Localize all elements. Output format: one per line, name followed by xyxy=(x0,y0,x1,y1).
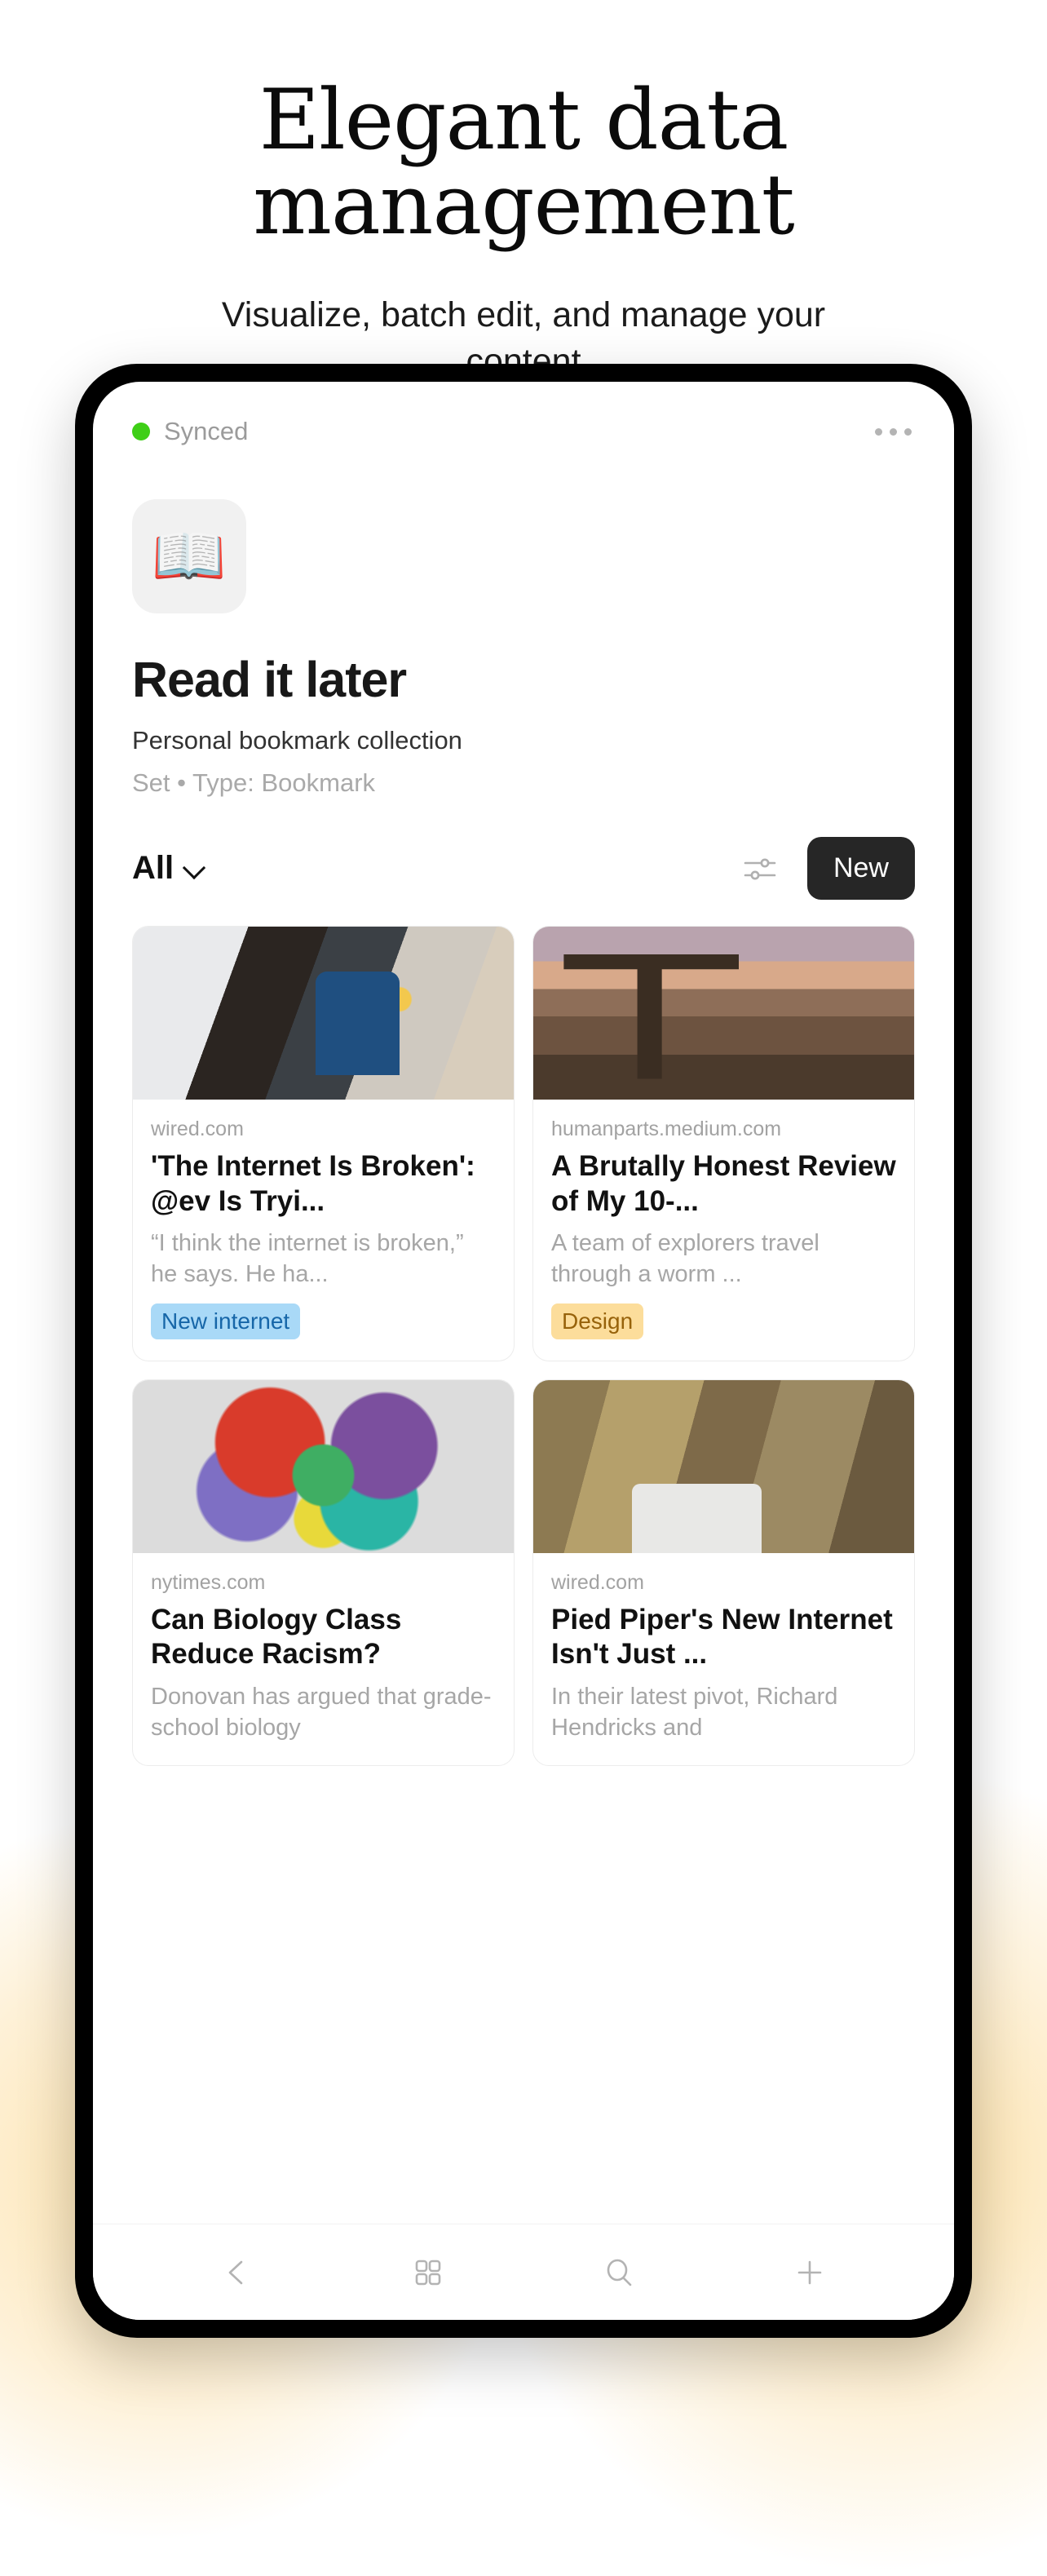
card-source: nytimes.com xyxy=(151,1570,266,1594)
page-title: Elegant data management xyxy=(253,72,794,255)
card-body: wired.com Pied Piper's New Internet Isn'… xyxy=(533,1553,914,1765)
group-around-computer-photo xyxy=(533,1379,914,1553)
ellipsis-icon[interactable] xyxy=(875,427,915,436)
open-book-icon: 📖 xyxy=(132,499,246,613)
bookmark-card[interactable]: wired.com Pied Piper's New Internet Isn'… xyxy=(532,1379,915,1766)
collection-title: Read it later xyxy=(132,652,407,707)
card-excerpt: A team of explorers travel through a wor… xyxy=(551,1230,819,1288)
card-title: Pied Piper's New Internet Isn't Just ... xyxy=(551,1603,893,1671)
card-body: wired.com 'The Internet Is Broken': @ev … xyxy=(133,1100,514,1361)
collection-toolbar: All New xyxy=(132,837,915,900)
hero-section: Elegant data management Visualize, batch… xyxy=(0,0,1047,385)
card-source: humanparts.medium.com xyxy=(551,1118,782,1140)
bottom-navbar xyxy=(93,2224,954,2320)
collection-subtitle: Personal bookmark collection xyxy=(132,726,462,755)
bookmark-card[interactable]: wired.com 'The Internet Is Broken': @ev … xyxy=(132,926,515,1361)
card-title: A Brutally Honest Review of My 10-... xyxy=(551,1150,896,1217)
sync-status-label: Synced xyxy=(164,417,249,445)
card-title: Can Biology Class Reduce Racism? xyxy=(151,1603,402,1671)
collection-meta: Set • Type: Bookmark xyxy=(132,768,376,797)
search-icon[interactable] xyxy=(600,2254,638,2291)
card-source: wired.com xyxy=(151,1118,244,1140)
misty-field-sunrise-photo xyxy=(533,927,914,1100)
plus-icon[interactable] xyxy=(791,2254,828,2291)
filter-dropdown-label: All xyxy=(132,850,174,886)
bookmark-card[interactable]: nytimes.com Can Biology Class Reduce Rac… xyxy=(132,1379,515,1766)
bookmark-grid: wired.com 'The Internet Is Broken': @ev … xyxy=(93,926,954,1766)
phone-mockup: Synced 📖 Read it later Personal bookmark… xyxy=(75,364,972,2338)
grid-icon[interactable] xyxy=(409,2254,447,2291)
filter-dropdown[interactable]: All xyxy=(132,850,205,887)
card-body: nytimes.com Can Biology Class Reduce Rac… xyxy=(133,1553,514,1765)
card-excerpt: “I think the internet is broken,” he say… xyxy=(151,1230,464,1288)
scroll-fade xyxy=(93,2178,954,2224)
chevron-down-icon xyxy=(183,858,205,879)
phone-screen: Synced 📖 Read it later Personal bookmark… xyxy=(93,382,954,2320)
bookmark-card[interactable]: humanparts.medium.com A Brutally Honest … xyxy=(532,926,915,1361)
collection-header: 📖 Read it later Personal bookmark collec… xyxy=(93,457,954,900)
card-title: 'The Internet Is Broken': @ev Is Tryi... xyxy=(151,1150,475,1217)
card-excerpt: In their latest pivot, Richard Hendricks… xyxy=(551,1684,838,1741)
toolbar-actions: New xyxy=(742,837,915,900)
colorful-abstract-burst-photo xyxy=(133,1379,514,1553)
sync-status: Synced xyxy=(132,417,248,446)
card-body: humanparts.medium.com A Brutally Honest … xyxy=(533,1100,914,1361)
back-chevron-icon[interactable] xyxy=(219,2254,256,2291)
sync-dot-icon xyxy=(132,423,150,440)
card-excerpt: Donovan has argued that grade-school bio… xyxy=(151,1684,492,1741)
card-source: wired.com xyxy=(551,1570,644,1594)
app-statusbar: Synced xyxy=(93,382,954,457)
sliders-icon[interactable] xyxy=(742,852,778,885)
card-tag[interactable]: New internet xyxy=(151,1303,301,1339)
card-tag[interactable]: Design xyxy=(551,1303,644,1339)
office-man-photo xyxy=(133,927,514,1100)
new-button[interactable]: New xyxy=(806,837,915,900)
